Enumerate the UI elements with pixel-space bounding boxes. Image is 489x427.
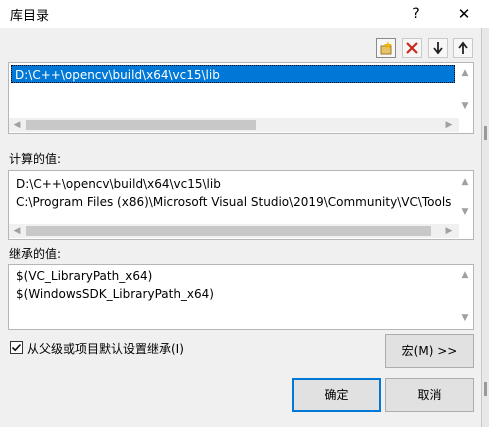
scroll-up-arrow[interactable]: ▲ [458,268,472,282]
edge-mark [484,126,487,140]
scroll-left-arrow[interactable]: ◀ [10,118,24,132]
scroll-down-arrow[interactable]: ▼ [458,311,472,325]
scrollbar-thumb[interactable] [26,226,431,236]
arrow-up-icon [458,41,468,54]
delete-icon [406,42,418,54]
scroll-down-arrow[interactable]: ▼ [458,99,472,113]
move-down-button[interactable] [428,38,448,58]
window-edge [481,28,489,427]
checkmark-icon [11,343,22,352]
arrow-down-icon [433,42,443,55]
new-line-icon [380,41,392,55]
scroll-down-arrow[interactable]: ▼ [458,205,472,219]
inherited-values-label: 继承的值: [9,247,62,261]
macros-button[interactable]: 宏(M) >> [385,334,474,368]
delete-button[interactable] [402,38,422,58]
inherited-line: $(WindowsSDK_LibraryPath_x64) [16,287,214,301]
new-line-button[interactable] [376,38,396,58]
scroll-up-arrow[interactable]: ▲ [458,66,472,80]
cancel-button[interactable]: 取消 [385,378,474,412]
computed-line: C:\Program Files (x86)\Microsoft Visual … [16,195,452,209]
computed-values-label: 计算的值: [9,152,62,166]
scroll-left-arrow[interactable]: ◀ [10,224,24,238]
inherited-line: $(VC_LibraryPath_x64) [16,269,153,283]
edge-mark [484,382,487,396]
inherit-checkbox-label[interactable]: 从父级或项目默认设置继承(I) [27,340,184,357]
inherit-checkbox[interactable] [10,341,23,354]
ok-button[interactable]: 确定 [292,378,381,412]
help-button[interactable]: ? [404,3,428,25]
scrollbar-thumb[interactable] [26,120,256,130]
move-up-button[interactable] [453,38,473,58]
list-item[interactable]: D:\C++\opencv\build\x64\vc15\lib [11,65,455,83]
scroll-right-arrow[interactable]: ▶ [442,118,456,132]
scroll-up-arrow[interactable]: ▲ [458,175,472,189]
scroll-right-arrow[interactable]: ▶ [442,224,456,238]
computed-values-text: D:\C++\opencv\build\x64\vc15\lib C:\Prog… [9,171,457,223]
dialog-title: 库目录 [10,9,50,24]
close-button[interactable]: ✕ [452,3,476,25]
computed-line: D:\C++\opencv\build\x64\vc15\lib [16,177,221,191]
